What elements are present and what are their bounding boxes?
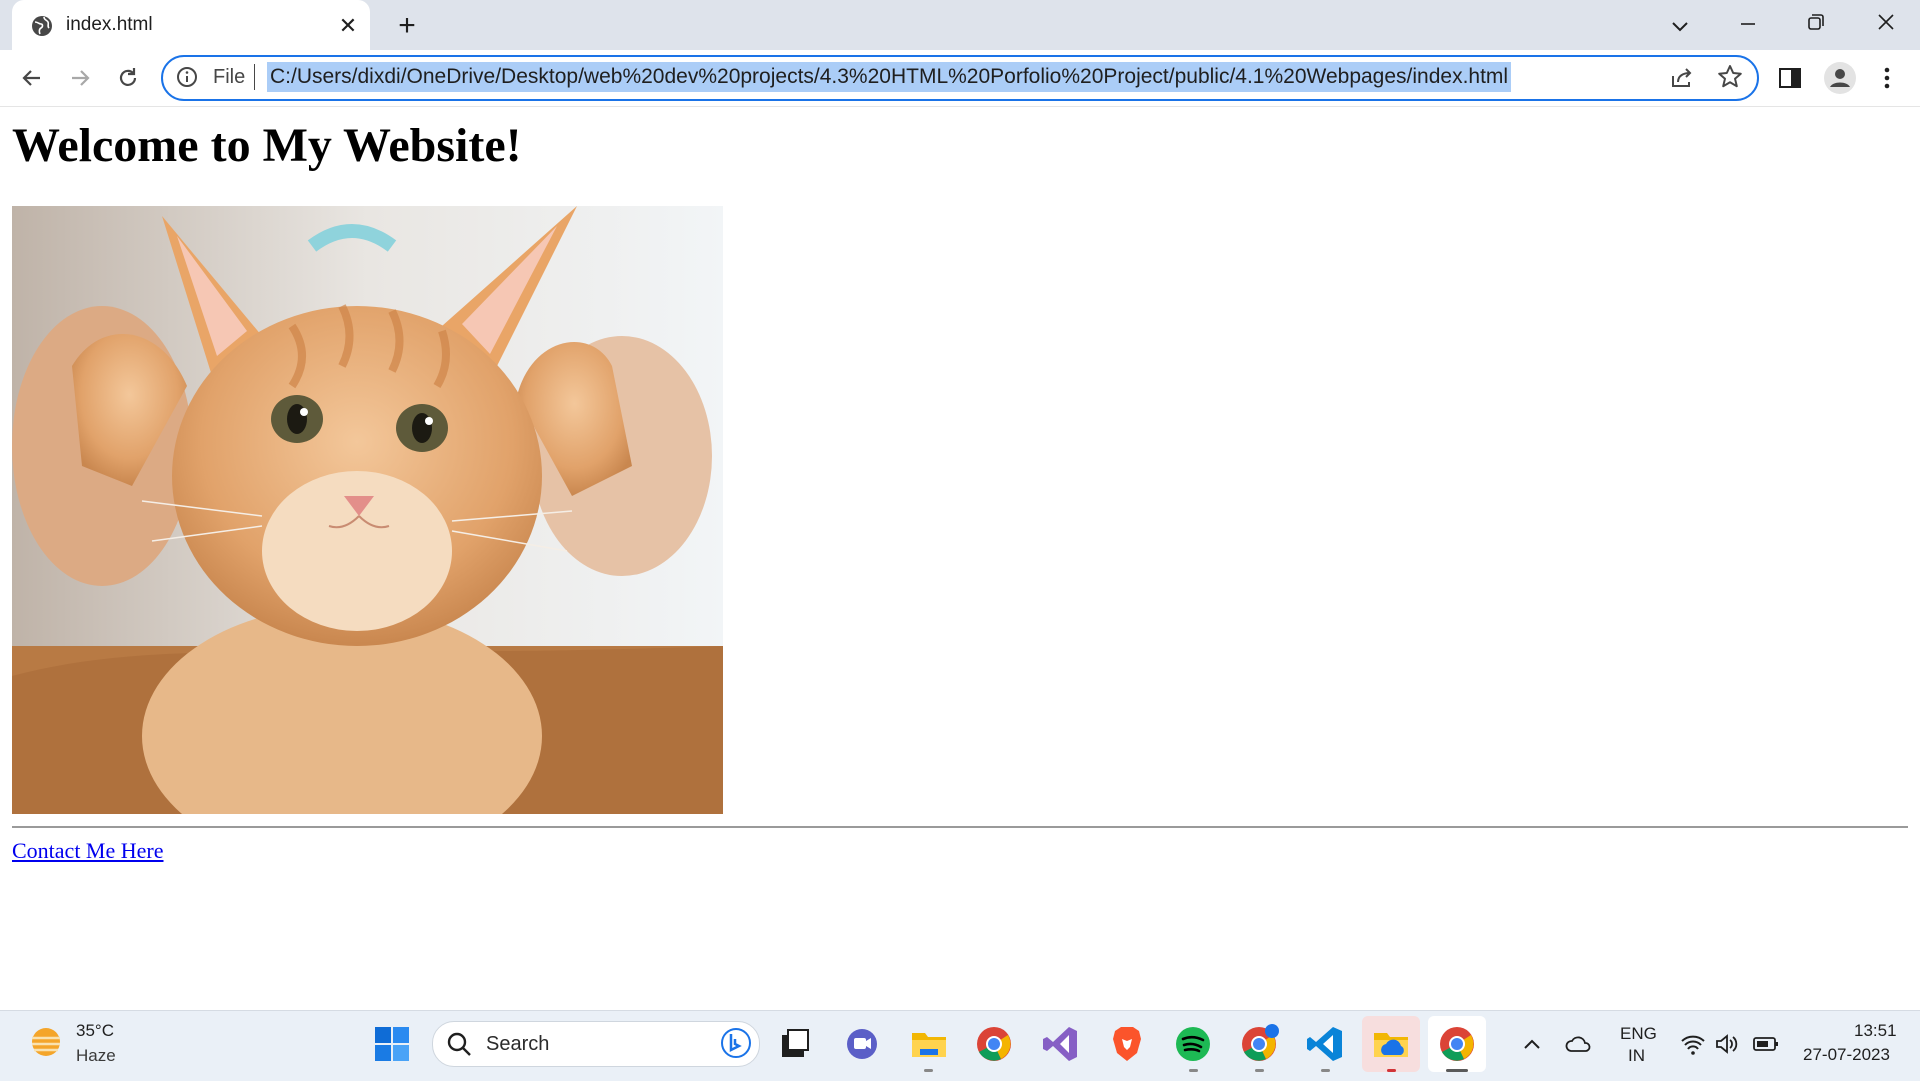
new-tab-button[interactable]: + [390,10,424,44]
bing-icon[interactable] [720,1027,752,1059]
weather-haze-icon[interactable] [28,1024,64,1060]
tab-title: index.html [66,14,153,35]
onedrive-cloud-icon[interactable] [1565,1032,1593,1056]
weather-temp: 35°C [76,1021,114,1040]
side-panel-icon[interactable] [1776,64,1804,92]
tab-close-icon[interactable]: ✕ [334,12,362,40]
language-indicator[interactable]: ENG [1620,1024,1657,1044]
bookmark-star-icon[interactable] [1716,63,1744,91]
tab-search-icon[interactable] [1666,12,1694,40]
chrome-profile-indicator [1255,1069,1264,1072]
search-label: Search [486,1033,550,1055]
back-icon[interactable] [18,64,46,92]
info-icon[interactable] [176,66,198,88]
file-explorer-indicator [924,1069,933,1072]
visual-studio-icon[interactable] [1040,1023,1082,1065]
chrome-icon[interactable] [973,1023,1015,1065]
search-icon [447,1032,471,1056]
forward-icon[interactable] [66,64,94,92]
minimize-icon[interactable] [1734,10,1762,38]
contact-link[interactable]: Contact Me Here [12,838,164,864]
page-heading: Welcome to My Website! [12,119,522,172]
wifi-icon[interactable] [1680,1032,1706,1056]
clock-time[interactable]: 13:51 [1854,1021,1897,1041]
kitten-image [12,206,723,814]
vscode-icon[interactable] [1304,1023,1346,1065]
vscode-indicator [1321,1069,1330,1072]
brave-icon[interactable] [1106,1023,1148,1065]
windows-start-icon[interactable] [373,1025,411,1063]
address-divider [254,64,255,90]
task-view-icon[interactable] [774,1023,816,1065]
taskbar-search[interactable] [432,1021,760,1067]
profile-icon[interactable] [1822,60,1858,96]
scheme-label: File [213,66,246,88]
reload-icon[interactable] [114,64,142,92]
globe-icon [32,16,52,36]
chrome-active-indicator [1446,1069,1468,1072]
share-icon[interactable] [1668,64,1696,92]
file-explorer-icon[interactable] [908,1023,950,1065]
chrome-active-icon[interactable] [1436,1023,1478,1065]
onedrive-folder-icon[interactable] [1370,1023,1412,1065]
spotify-indicator [1189,1069,1198,1072]
region-indicator[interactable]: IN [1628,1046,1645,1066]
url-text[interactable]: C:/Users/dixdi/OneDrive/Desktop/web%20de… [267,62,1512,92]
volume-icon[interactable] [1714,1032,1740,1056]
clock-date[interactable]: 27-07-2023 [1803,1045,1890,1065]
restore-icon[interactable] [1802,8,1830,36]
battery-icon[interactable] [1752,1032,1780,1056]
menu-icon[interactable] [1876,64,1898,92]
show-hidden-icons-icon[interactable] [1520,1032,1544,1056]
horizontal-rule [12,826,1908,828]
teams-chat-icon[interactable] [841,1023,883,1065]
close-window-icon[interactable] [1872,8,1900,36]
spotify-icon[interactable] [1172,1023,1214,1065]
onedrive-folder-indicator [1387,1069,1396,1072]
weather-condition: Haze [76,1046,116,1065]
chrome-profile-icon[interactable] [1238,1023,1280,1065]
